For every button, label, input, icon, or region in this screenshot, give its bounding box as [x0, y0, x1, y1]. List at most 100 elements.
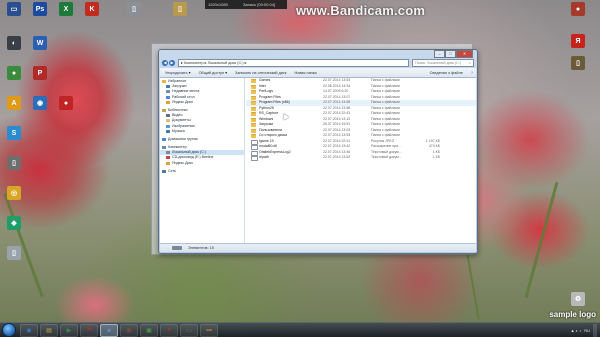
nav-item[interactable]: Сеть	[160, 169, 244, 174]
forward-button[interactable]: ▶	[169, 60, 175, 66]
explorer-content: Избранное Загрузки Недавние места Рабочий с…	[160, 78, 476, 243]
nav-item-icon	[166, 151, 170, 155]
desktop-icon[interactable]: Я	[566, 34, 590, 48]
nav-item-label: Избранное	[168, 79, 187, 83]
file-date: 22.07.2014 13:52	[323, 155, 351, 159]
nav-item-icon	[162, 137, 166, 141]
new-folder-button[interactable]: Новая папка	[294, 71, 316, 75]
language-indicator[interactable]: RU	[584, 328, 590, 333]
taskbar-app-button[interactable]: ▣	[140, 323, 158, 337]
desktop-icon[interactable]: ▯	[122, 2, 146, 16]
desktop-icon[interactable]: ●	[2, 66, 26, 80]
recorder-bar[interactable]: 1920x1080 Запись [00:00:04]	[205, 0, 287, 9]
address-row: ◀ ▶ ▸ Компьютер ▸ Локальный диск (C:) ▸ …	[162, 59, 474, 67]
nav-item-label: Яндекс.Диск	[172, 160, 193, 165]
file-type: Текстовый докум...	[371, 155, 402, 159]
taskbar-app-button[interactable]: ●	[160, 323, 178, 337]
maximize-button[interactable]: □	[445, 50, 456, 58]
nav-item-icon	[162, 146, 166, 150]
status-bar: Элементов: 15	[160, 243, 476, 252]
sample-logo: sample logo	[549, 310, 596, 319]
desktop-icon[interactable]: ●	[566, 2, 590, 16]
search-input[interactable]: Поиск: Локальный диск (C:) ⌕	[412, 59, 474, 67]
explorer-window[interactable]: – □ ✕ ◀ ▶ ▸ Компьютер ▸ Локальный диск (…	[158, 49, 478, 254]
desktop-icon[interactable]: X	[54, 2, 78, 16]
desktop-icon[interactable]: ♻	[566, 292, 590, 306]
burn-button[interactable]: Записать на оптический диск	[235, 71, 286, 75]
nav-item[interactable]: Яндекс.Диск	[160, 161, 244, 166]
desktop-icon[interactable]: Ps	[28, 2, 52, 16]
desktop-icon[interactable]: K	[80, 2, 104, 16]
nav-item-label: Недавние места	[172, 89, 200, 94]
show-desktop-button[interactable]	[593, 323, 597, 337]
taskbar-app-button[interactable]: ▬	[200, 323, 218, 337]
view-options-button[interactable]: Сведения о файле	[430, 71, 463, 75]
nav-item-icon	[166, 100, 170, 104]
nav-item[interactable]: Яндекс.Диск	[160, 100, 244, 105]
desktop-icon[interactable]: ▭	[2, 2, 26, 16]
taskbar-app-button[interactable]: ▭	[180, 323, 198, 337]
desktop-icon[interactable]: ◎	[2, 186, 26, 200]
back-button[interactable]: ◀	[162, 60, 168, 66]
app-icon: X	[59, 2, 73, 16]
file-name: repath	[259, 155, 269, 159]
app-icon: ▯	[127, 2, 141, 16]
help-icon[interactable]: ?	[471, 71, 473, 75]
taskbar-app-button[interactable]: ◈	[100, 323, 118, 337]
title-bar[interactable]: – □ ✕	[159, 50, 477, 58]
desktop-icon[interactable]: A	[2, 96, 26, 110]
desktop-icon[interactable]: P	[28, 66, 52, 80]
desktop-icon[interactable]: ◆	[2, 216, 26, 230]
desktop-icon[interactable]: ▯	[2, 156, 26, 170]
file-icon	[251, 156, 258, 162]
nav-item-icon	[166, 119, 170, 123]
taskbar-app-button[interactable]: Я	[80, 323, 98, 337]
app-icon: S	[7, 126, 21, 140]
desktop-icon[interactable]: S	[2, 126, 26, 140]
app-icon: ◐	[7, 36, 21, 50]
taskbar-app-button[interactable]: ▶	[60, 323, 78, 337]
start-button[interactable]	[2, 323, 16, 337]
file-row[interactable]: repath 22.07.2014 13:52 Текстовый докум...…	[246, 155, 476, 162]
minimize-button[interactable]: –	[434, 50, 445, 58]
desktop-icon[interactable]: W	[28, 36, 52, 50]
app-icon: K	[85, 2, 99, 16]
close-button[interactable]: ✕	[456, 50, 473, 58]
app-icon: ◉	[33, 96, 47, 110]
taskbar-items: ◉ ▤ ▶ Я ◈ ◎ ▣ ● ▭ ▬	[20, 323, 220, 337]
nav-item-label: Видео	[172, 113, 183, 118]
tray-icons[interactable]: ▲ ◐ ♪	[571, 328, 582, 333]
nav-item[interactable]: Домашняя группа	[160, 137, 244, 142]
desktop-icon[interactable]: ▯	[566, 56, 590, 70]
share-button[interactable]: Общий доступ ▾	[199, 70, 227, 75]
taskbar-app-button[interactable]: ◎	[120, 323, 138, 337]
taskbar-app-button[interactable]: ▤	[40, 323, 58, 337]
command-bar: Упорядочить ▾ Общий доступ ▾ Записать на…	[160, 68, 476, 78]
organize-button[interactable]: Упорядочить ▾	[165, 70, 191, 75]
app-icon: ▯	[571, 56, 585, 70]
desktop-icon[interactable]: ◉	[28, 96, 52, 110]
desktop-icon[interactable]: ●	[54, 96, 78, 110]
nav-item-icon	[162, 80, 166, 83]
nav-item-label: Библиотеки	[168, 107, 188, 112]
nav-item-label: Документы	[172, 118, 191, 123]
nav-item-label: Яндекс.Диск	[172, 99, 193, 104]
desktop-icon[interactable]: ◐	[2, 36, 26, 50]
search-placeholder: Поиск: Локальный диск (C:)	[415, 61, 461, 65]
desktop-icon[interactable]: ▯	[2, 246, 26, 260]
address-bar[interactable]: ▸ Компьютер ▸ Локальный диск (C:) ▸	[178, 59, 409, 67]
app-icon: Я	[571, 34, 585, 48]
app-icon: P	[33, 66, 47, 80]
taskbar-app-button[interactable]: ◉	[20, 323, 38, 337]
nav-item-label: Загрузки	[172, 84, 187, 89]
app-icon: W	[33, 36, 47, 50]
desktop-icon[interactable]: ▯	[168, 2, 192, 16]
drive-icon	[172, 246, 182, 250]
nav-item-icon	[166, 156, 170, 160]
nav-item[interactable]: Музыка	[160, 129, 244, 134]
app-icon: Ps	[33, 2, 47, 16]
nav-item-icon	[166, 114, 170, 118]
nav-item-icon	[166, 95, 170, 99]
app-icon: ●	[571, 2, 585, 16]
navigation-pane: Избранное Загрузки Недавние места Рабочий с…	[160, 78, 245, 243]
